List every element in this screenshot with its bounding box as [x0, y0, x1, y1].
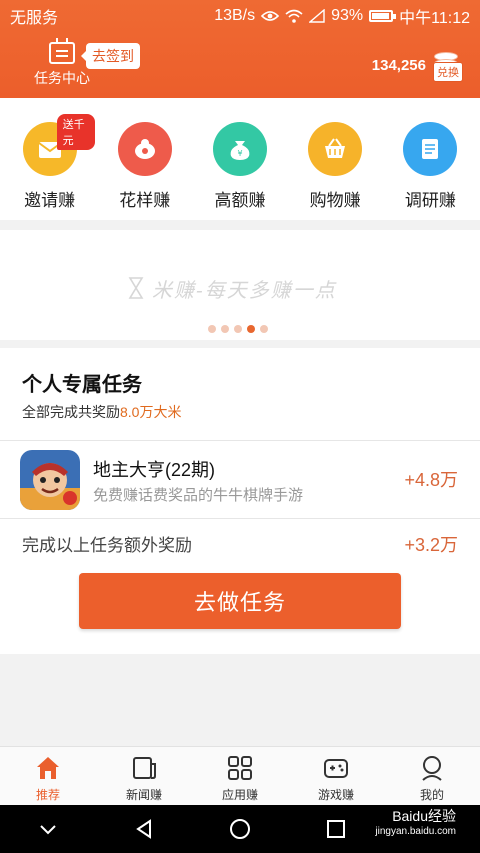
- watermark-brand: Baidu经验: [392, 808, 456, 824]
- eye-icon: [261, 11, 280, 21]
- signin-button[interactable]: 去签到: [81, 43, 140, 69]
- battery-icon: [369, 10, 397, 22]
- panel-subtitle: 全部完成共奖励8.0万大米: [22, 402, 181, 422]
- category-label: 调研赚: [404, 191, 456, 210]
- category-label: 高额赚: [214, 191, 266, 210]
- category-label: 购物赚: [309, 191, 361, 210]
- news-icon: [133, 757, 156, 779]
- category-high-reward[interactable]: ¥ 高额赚: [195, 98, 285, 220]
- carrier-text: 无服务: [10, 10, 59, 27]
- category-label: 邀请赚: [24, 191, 76, 210]
- tab-apps[interactable]: 应用赚: [192, 747, 288, 805]
- tab-label: 推荐: [35, 788, 60, 802]
- task-name: 地主大亨(22期): [93, 460, 216, 480]
- game-app-icon: [20, 450, 80, 510]
- task-reward: +4.8万: [404, 470, 458, 490]
- svg-text:¥: ¥: [237, 149, 242, 158]
- calendar-icon: [49, 38, 75, 64]
- do-tasks-button[interactable]: 去做任务: [79, 573, 401, 629]
- banner-slogan: 米赚-每天多赚一点: [152, 278, 337, 302]
- category-invite[interactable]: 送千元 邀请赚: [5, 98, 95, 220]
- clock: 中午11:12: [399, 10, 470, 27]
- watermark: Baidu经验 jingyan.baidu.com: [375, 808, 456, 840]
- battery-percent: 93%: [331, 7, 364, 24]
- extra-reward-value: +3.2万: [404, 535, 458, 555]
- top-header-background: 无服务 13B/s 93% 中午11:12 任务中心 去签到 134,256 兑…: [0, 0, 480, 98]
- carousel-dot: [234, 325, 242, 333]
- carousel-dot-active: [247, 325, 255, 333]
- signal-icon: [309, 9, 325, 23]
- gamepad-icon: [324, 759, 348, 778]
- carousel-dots: [208, 325, 268, 333]
- extra-reward-row: 完成以上任务额外奖励 +3.2万: [0, 518, 480, 566]
- exchange-badge[interactable]: 兑换: [433, 62, 463, 82]
- task-center-label: 任务中心: [34, 70, 90, 86]
- watermark-url: jingyan.baidu.com: [375, 826, 456, 837]
- task-description: 免费赚话费奖品的牛牛棋牌手游: [93, 487, 304, 504]
- chevron-down-icon[interactable]: [37, 818, 59, 840]
- money-bag-icon: ¥: [212, 122, 267, 176]
- personal-task-panel: 个人专属任务 全部完成共奖励8.0万大米 地主大亨(22期) 免费赚话费奖品的牛…: [0, 348, 480, 654]
- invite-badge: 送千元: [56, 114, 95, 150]
- profile-icon: [422, 756, 442, 781]
- tab-mine[interactable]: 我的: [384, 747, 480, 805]
- tab-label: 新闻赚: [125, 788, 162, 802]
- tab-news[interactable]: 新闻赚: [96, 747, 192, 805]
- basket-icon: [308, 122, 363, 176]
- promo-banner[interactable]: 米赚-每天多赚一点: [0, 230, 480, 340]
- carousel-dot: [221, 325, 229, 333]
- carousel-dot: [260, 325, 268, 333]
- status-bar: 无服务 13B/s 93% 中午11:12: [0, 0, 480, 32]
- bottom-tab-bar: 推荐 新闻赚 应用赚 游戏赚 我的: [0, 746, 480, 805]
- tab-label: 我的: [419, 788, 444, 802]
- pattern-icon: [117, 122, 172, 176]
- home-circle-icon[interactable]: [229, 818, 251, 840]
- task-row[interactable]: 地主大亨(22期) 免费赚话费奖品的牛牛棋牌手游 +4.8万: [0, 442, 480, 518]
- category-label: 花样赚: [119, 191, 171, 210]
- wifi-icon: [285, 9, 303, 23]
- hourglass-icon: [128, 277, 144, 299]
- panel-title: 个人专属任务: [22, 374, 142, 396]
- tab-label: 游戏赚: [317, 788, 354, 802]
- category-survey[interactable]: 调研赚: [385, 98, 475, 220]
- home-icon: [37, 757, 59, 779]
- apps-icon: [228, 756, 252, 780]
- back-icon[interactable]: [133, 818, 155, 840]
- subtitle-highlight: 8.0万大米: [120, 404, 182, 420]
- category-pattern[interactable]: 花样赚: [100, 98, 190, 220]
- network-speed: 13B/s: [214, 7, 256, 24]
- tab-recommend[interactable]: 推荐: [0, 747, 96, 805]
- survey-icon: [403, 122, 458, 176]
- app-header: 任务中心 去签到 134,256 兑换: [0, 32, 480, 98]
- carousel-dot: [208, 325, 216, 333]
- extra-reward-label: 完成以上任务额外奖励: [22, 536, 192, 555]
- recents-icon[interactable]: [325, 818, 347, 840]
- category-shopping[interactable]: 购物赚: [290, 98, 380, 220]
- subtitle-prefix: 全部完成共奖励: [22, 404, 120, 420]
- divider: [0, 440, 480, 441]
- tab-games[interactable]: 游戏赚: [288, 747, 384, 805]
- category-row: 送千元 邀请赚 花样赚 ¥ 高额赚 购物赚 调研赚: [0, 98, 480, 220]
- tab-label: 应用赚: [221, 788, 258, 802]
- coin-count: 134,256: [371, 56, 426, 74]
